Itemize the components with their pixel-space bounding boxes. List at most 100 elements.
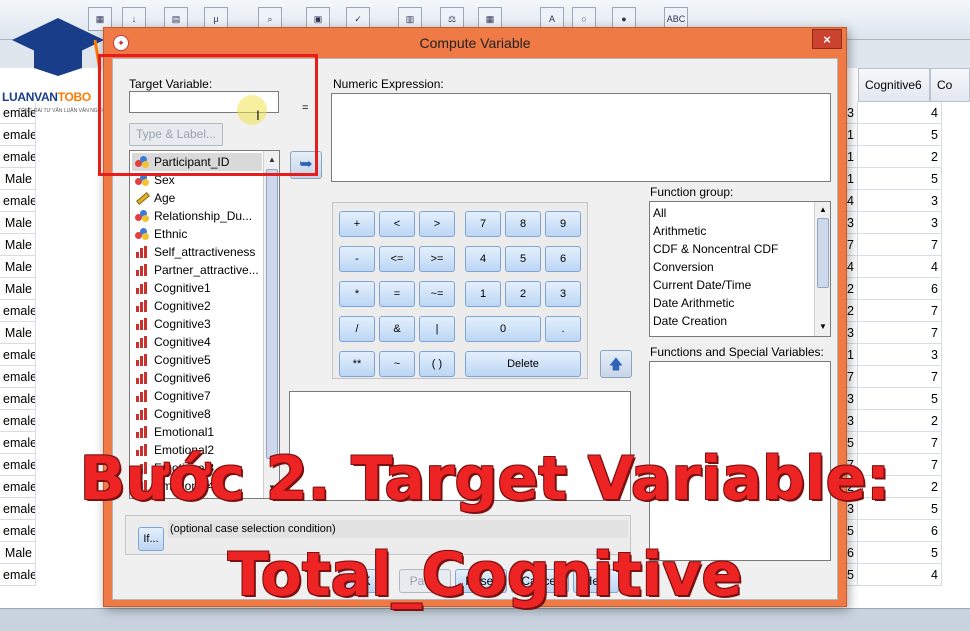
function-group-item[interactable]: All	[653, 204, 666, 222]
keypad-key[interactable]: |	[419, 316, 455, 342]
grid-cell-sex[interactable]: Male	[0, 234, 36, 256]
grid-cell-cognitive6[interactable]: 2	[858, 410, 942, 432]
variable-item[interactable]: Emotional1	[132, 423, 262, 441]
variable-item[interactable]: Cognitive8	[132, 405, 262, 423]
keypad-key[interactable]: ( )	[419, 351, 455, 377]
grid-cell[interactable]: 1	[846, 146, 858, 168]
keypad-key[interactable]: 2	[505, 281, 541, 307]
grid-cell[interactable]: 3	[846, 102, 858, 124]
grid-cell-cognitive6[interactable]: 7	[858, 234, 942, 256]
grid-cell[interactable]: 3	[846, 212, 858, 234]
grid-cell[interactable]: 7	[846, 366, 858, 388]
keypad-key[interactable]: -	[339, 246, 375, 272]
keypad-key[interactable]: <	[379, 211, 415, 237]
grid-cell-sex[interactable]: emale	[0, 520, 36, 542]
grid-cell-cognitive6[interactable]: 7	[858, 322, 942, 344]
keypad-key[interactable]: 3	[545, 281, 581, 307]
move-function-up-button[interactable]: 🡅	[600, 350, 632, 378]
scroll-up-icon[interactable]: ▲	[817, 203, 829, 217]
scroll-down-icon[interactable]: ▼	[817, 320, 829, 334]
grid-cell-cognitive6[interactable]: 7	[858, 366, 942, 388]
function-group-item[interactable]: Conversion	[653, 258, 714, 276]
grid-cell-sex[interactable]: emale	[0, 300, 36, 322]
grid-cell-sex[interactable]: Male	[0, 278, 36, 300]
keypad-key[interactable]: .	[545, 316, 581, 342]
keypad-key[interactable]: <=	[379, 246, 415, 272]
keypad-key[interactable]: *	[339, 281, 375, 307]
variable-item[interactable]: Self_attractiveness	[132, 243, 262, 261]
grid-cell[interactable]: 1	[846, 168, 858, 190]
variable-item[interactable]: Cognitive4	[132, 333, 262, 351]
keypad-key[interactable]: 9	[545, 211, 581, 237]
keypad-key[interactable]: 8	[505, 211, 541, 237]
function-group-item[interactable]: Arithmetic	[653, 222, 706, 240]
column-header-partial[interactable]: Co	[930, 68, 970, 102]
grid-cell[interactable]: 3	[846, 410, 858, 432]
keypad-key[interactable]: 6	[545, 246, 581, 272]
grid-cell-cognitive6[interactable]: 3	[858, 344, 942, 366]
keypad-key[interactable]: &	[379, 316, 415, 342]
keypad-key[interactable]: 5	[505, 246, 541, 272]
grid-cell-cognitive6[interactable]: 4	[858, 256, 942, 278]
variable-item[interactable]: Cognitive5	[132, 351, 262, 369]
function-group-item[interactable]: Date Arithmetic	[653, 294, 734, 312]
keypad-key[interactable]: 0	[465, 316, 541, 342]
keypad-key[interactable]: /	[339, 316, 375, 342]
keypad-key[interactable]: ~=	[419, 281, 455, 307]
grid-cell-cognitive6[interactable]: 6	[858, 520, 942, 542]
grid-cell[interactable]: 7	[846, 234, 858, 256]
grid-cell-sex[interactable]: emale	[0, 410, 36, 432]
grid-cell-cognitive6[interactable]: 5	[858, 168, 942, 190]
keypad-key[interactable]: 1	[465, 281, 501, 307]
keypad-key[interactable]: ~	[379, 351, 415, 377]
grid-cell[interactable]: 1	[846, 124, 858, 146]
grid-cell-cognitive6[interactable]: 3	[858, 212, 942, 234]
grid-cell-sex[interactable]: Male	[0, 256, 36, 278]
keypad-key[interactable]: 4	[465, 246, 501, 272]
numeric-expression-input[interactable]	[331, 93, 831, 182]
grid-cell[interactable]: 1	[846, 344, 858, 366]
grid-cell-cognitive6[interactable]: 4	[858, 102, 942, 124]
scroll-thumb[interactable]	[817, 218, 829, 288]
grid-cell[interactable]: 3	[846, 322, 858, 344]
variable-item[interactable]: Relationship_Du...	[132, 207, 262, 225]
grid-cell-cognitive6[interactable]: 5	[858, 124, 942, 146]
grid-cell-sex[interactable]: Male	[0, 322, 36, 344]
variable-item[interactable]: Ethnic	[132, 225, 262, 243]
grid-cell-sex[interactable]: emale	[0, 124, 36, 146]
function-group-list[interactable]: ▲ ▼ All Arithmetic CDF & Noncentral CDF Con…	[649, 201, 831, 337]
grid-cell-sex[interactable]: emale	[0, 344, 36, 366]
grid-cell[interactable]: 4	[846, 256, 858, 278]
grid-cell-sex[interactable]: emale	[0, 388, 36, 410]
grid-cell-cognitive6[interactable]: 5	[858, 388, 942, 410]
grid-cell-sex[interactable]: emale	[0, 366, 36, 388]
grid-cell[interactable]: 4	[846, 190, 858, 212]
keypad-key[interactable]: =	[379, 281, 415, 307]
grid-cell-cognitive6[interactable]: 3	[858, 190, 942, 212]
function-group-scrollbar[interactable]: ▲ ▼	[814, 202, 830, 336]
variable-item[interactable]: Partner_attractive...	[132, 261, 262, 279]
column-header-cognitive6[interactable]: Cognitive6	[858, 68, 930, 102]
variable-item[interactable]: Cognitive7	[132, 387, 262, 405]
keypad-key[interactable]: 7	[465, 211, 501, 237]
grid-cell[interactable]: 2	[846, 300, 858, 322]
variable-item[interactable]: Cognitive3	[132, 315, 262, 333]
grid-cell-cognitive6[interactable]: 7	[858, 300, 942, 322]
variable-item[interactable]: Cognitive1	[132, 279, 262, 297]
close-button[interactable]: ×	[812, 29, 842, 49]
grid-cell-cognitive6[interactable]: 6	[858, 278, 942, 300]
grid-cell-sex[interactable]: emale	[0, 190, 36, 212]
grid-cell[interactable]: 2	[846, 278, 858, 300]
keypad-key[interactable]: **	[339, 351, 375, 377]
scroll-thumb[interactable]	[266, 169, 278, 459]
grid-cell-sex[interactable]: Male	[0, 168, 36, 190]
grid-cell-cognitive6[interactable]: 2	[858, 146, 942, 168]
function-group-item[interactable]: CDF & Noncentral CDF	[653, 240, 778, 258]
grid-cell[interactable]: 3	[846, 388, 858, 410]
keypad-key[interactable]: >	[419, 211, 455, 237]
variable-item[interactable]: Cognitive2	[132, 297, 262, 315]
function-group-item[interactable]: Current Date/Time	[653, 276, 751, 294]
function-group-item[interactable]: Date Creation	[653, 312, 727, 330]
variable-item[interactable]: Cognitive6	[132, 369, 262, 387]
keypad-key[interactable]: Delete	[465, 351, 581, 377]
